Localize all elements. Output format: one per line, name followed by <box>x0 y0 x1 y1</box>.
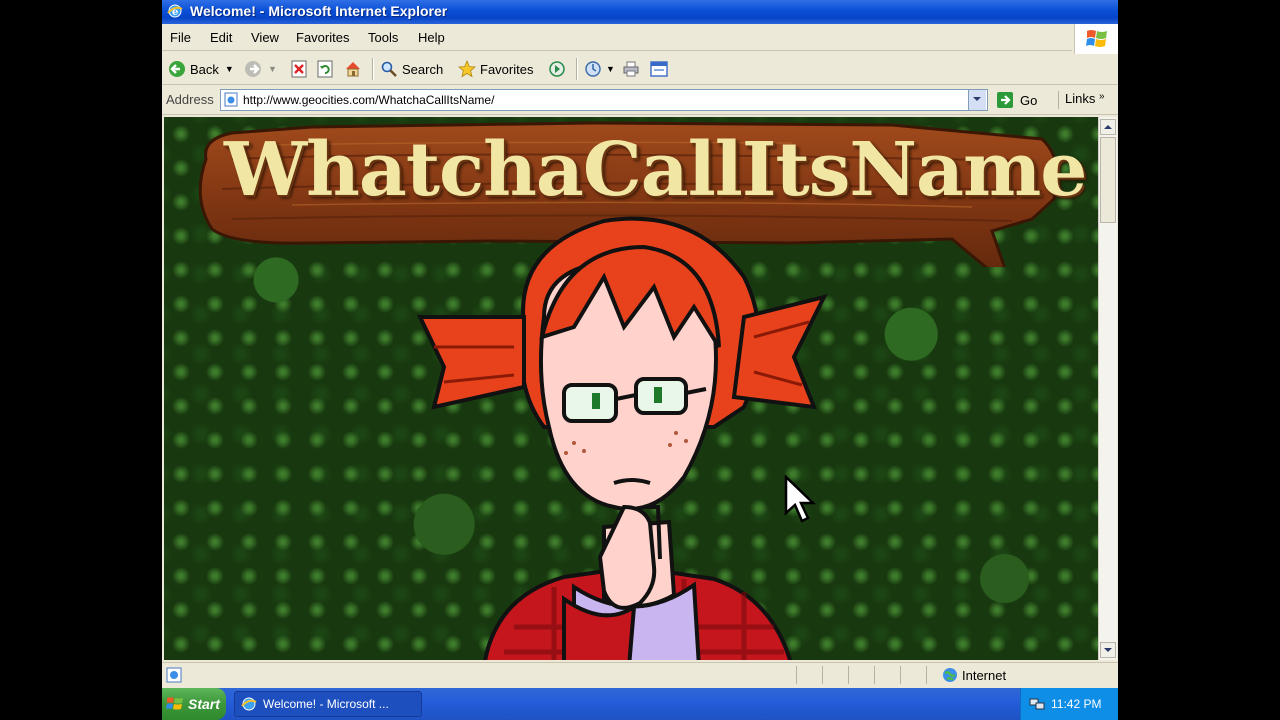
printer-icon <box>623 61 639 77</box>
favorites-button[interactable]: Favorites <box>458 59 533 79</box>
status-bar: Internet <box>162 662 1118 687</box>
zone-label: Internet <box>962 667 1007 683</box>
page-status-icon <box>166 667 182 683</box>
history-button[interactable]: ▼ <box>584 59 615 79</box>
internet-explorer-icon: e <box>167 4 183 18</box>
page-content: WhatchaCallItsName <box>164 117 1098 660</box>
links-toolbar-button[interactable]: Links » <box>1058 91 1105 109</box>
vertical-scrollbar[interactable] <box>1098 117 1117 660</box>
chevron-up-icon <box>1104 125 1112 129</box>
menu-view[interactable]: View <box>251 30 279 45</box>
scroll-down-button[interactable] <box>1100 642 1116 658</box>
refresh-icon <box>317 60 333 78</box>
page-icon <box>224 92 238 107</box>
mouse-pointer-icon <box>784 475 817 523</box>
history-icon <box>585 61 601 77</box>
stop-icon <box>291 60 307 78</box>
redhead-character-illustration <box>416 216 828 660</box>
toolbar-separator <box>576 58 578 80</box>
menu-favorites[interactable]: Favorites <box>296 30 349 45</box>
system-tray: 11:42 PM <box>1020 688 1118 720</box>
address-dropdown-button[interactable] <box>968 90 986 110</box>
menu-tools[interactable]: Tools <box>368 30 398 45</box>
menu-edit[interactable]: Edit <box>210 30 232 45</box>
address-bar: Address Go Links » <box>162 86 1118 115</box>
network-icon[interactable] <box>1029 696 1045 712</box>
scroll-thumb[interactable] <box>1100 137 1116 223</box>
taskbar: Start Welcome! - Microsoft ... 11:42 PM <box>162 688 1118 720</box>
home-button[interactable] <box>344 59 362 79</box>
toolbar-separator <box>372 58 374 80</box>
scroll-up-button[interactable] <box>1100 119 1116 135</box>
banner-title: WhatchaCallItsName <box>224 127 1087 213</box>
desktop: e Welcome! - Microsoft Internet Explorer… <box>162 0 1118 720</box>
windows-logo <box>1074 24 1118 54</box>
favorites-star-icon <box>458 60 476 78</box>
menu-file[interactable]: File <box>170 30 191 45</box>
chevron-down-icon <box>973 97 981 101</box>
forward-button[interactable]: ▼ <box>244 59 277 79</box>
internet-explorer-icon <box>241 697 257 711</box>
search-button[interactable]: Search <box>380 59 443 79</box>
back-label: Back <box>190 61 219 77</box>
chevron-right-icon: » <box>1098 91 1105 102</box>
taskbar-window-label: Welcome! - Microsoft ... <box>263 697 389 711</box>
status-pane <box>900 666 927 684</box>
windows-flag-icon <box>166 697 183 710</box>
menu-help[interactable]: Help <box>418 30 445 45</box>
window-title: Welcome! - Microsoft Internet Explorer <box>190 3 448 19</box>
address-label: Address <box>166 92 214 107</box>
home-icon <box>346 62 360 77</box>
clock[interactable]: 11:42 PM <box>1051 697 1101 711</box>
go-arrow-icon <box>997 92 1013 108</box>
address-input[interactable] <box>243 91 963 108</box>
search-icon <box>381 61 397 77</box>
chevron-down-icon <box>1104 648 1112 652</box>
media-icon <box>549 61 565 77</box>
status-pane <box>848 666 875 684</box>
history-dropdown-icon[interactable]: ▼ <box>606 64 615 74</box>
edit-page-button[interactable] <box>650 59 668 79</box>
back-arrow-icon <box>169 61 185 77</box>
taskbar-window-button[interactable]: Welcome! - Microsoft ... <box>234 691 422 717</box>
start-label: Start <box>188 696 220 712</box>
windows-flag-icon <box>1086 30 1107 47</box>
status-pane <box>926 666 941 684</box>
status-pane <box>796 666 823 684</box>
status-pane <box>822 666 849 684</box>
refresh-button[interactable] <box>316 59 334 79</box>
security-zone: Internet <box>942 667 1006 683</box>
search-label: Search <box>402 61 444 77</box>
media-button[interactable] <box>548 59 566 79</box>
forward-arrow-icon <box>245 61 261 77</box>
status-pane <box>874 666 901 684</box>
title-bar[interactable]: e Welcome! - Microsoft Internet Explorer <box>162 0 1118 24</box>
standard-toolbar: Back ▼ ▼ Search Favorites ▼ <box>162 54 1118 85</box>
start-button[interactable]: Start <box>162 688 226 720</box>
stop-button[interactable] <box>290 59 308 79</box>
go-button[interactable]: Go <box>996 90 1037 110</box>
back-dropdown-icon[interactable]: ▼ <box>225 64 234 74</box>
print-button[interactable] <box>622 59 640 79</box>
go-label: Go <box>1020 92 1038 108</box>
back-button[interactable]: Back ▼ <box>168 59 234 79</box>
address-field[interactable] <box>220 89 988 111</box>
forward-dropdown-icon[interactable]: ▼ <box>268 64 277 74</box>
svg-text:e: e <box>172 7 178 18</box>
links-label: Links <box>1065 91 1096 106</box>
favorites-label: Favorites <box>480 61 534 77</box>
edit-page-icon <box>650 61 668 77</box>
globe-icon <box>943 668 957 682</box>
menu-bar: File Edit View Favorites Tools Help <box>162 26 1072 51</box>
